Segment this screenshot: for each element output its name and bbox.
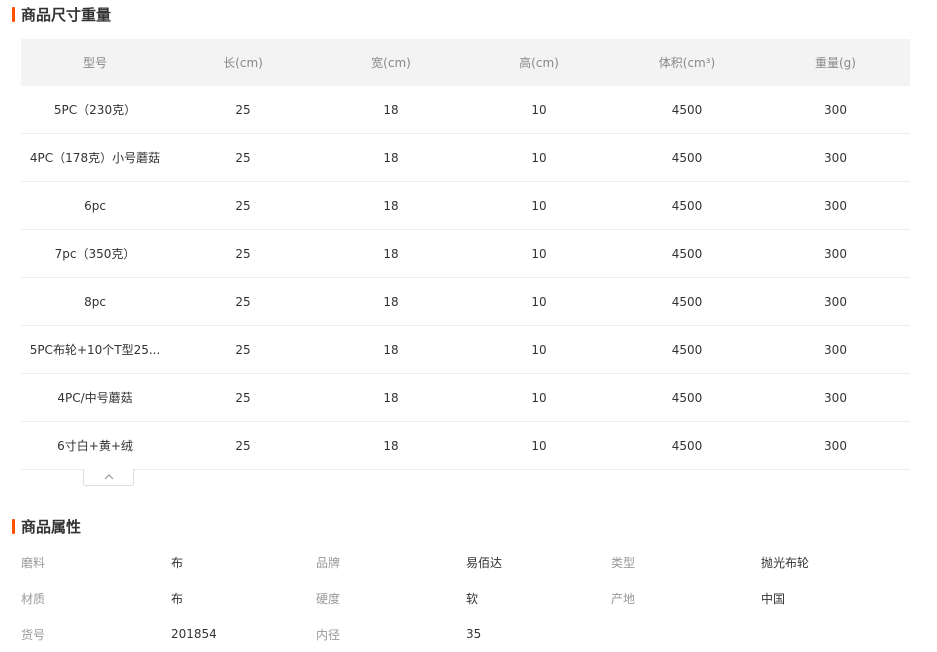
header-length: 长(cm): [169, 39, 317, 86]
attr-value-abrasive: 布: [171, 555, 184, 570]
cell-height: 10: [465, 325, 613, 374]
cell-model: 6pc: [21, 181, 169, 230]
cell-width: 18: [317, 133, 465, 182]
attr-value-material: 布: [171, 591, 184, 606]
cell-model: 5PC布轮+10个T型25...: [21, 325, 169, 374]
cell-volume: 4500: [613, 86, 761, 134]
header-width: 宽(cm): [317, 39, 465, 86]
cell-model: 8pc: [21, 277, 169, 326]
cell-width: 18: [317, 325, 465, 374]
table-row: 5PC（230克） 25 18 10 4500 300: [21, 86, 910, 134]
attr-label-inner-diameter: 内径: [316, 627, 341, 642]
cell-width: 18: [317, 181, 465, 230]
cell-volume: 4500: [613, 373, 761, 422]
title-accent-bar: [12, 518, 15, 534]
chevron-up-icon: [104, 474, 113, 480]
cell-volume: 4500: [613, 325, 761, 374]
attribute-row: 磨料 布 品牌 易佰达 类型 抛光布轮: [21, 544, 910, 580]
cell-model: 6寸白+黄+绒: [21, 421, 169, 470]
cell-weight: 300: [761, 181, 910, 230]
cell-width: 18: [317, 277, 465, 326]
table-row: 6寸白+黄+绒 25 18 10 4500 300: [21, 421, 910, 470]
collapse-table-button[interactable]: [83, 469, 134, 486]
table-row: 7pc（350克） 25 18 10 4500 300: [21, 229, 910, 278]
attr-label-hardness: 硬度: [316, 591, 341, 606]
attr-value-hardness: 软: [466, 591, 479, 606]
header-height: 高(cm): [465, 39, 613, 86]
attr-section-title-text: 商品属性: [21, 517, 82, 536]
cell-model: 5PC（230克）: [21, 86, 169, 134]
cell-weight: 300: [761, 86, 910, 134]
cell-length: 25: [169, 325, 317, 374]
header-volume: 体积(cm³): [613, 39, 761, 86]
size-table: 型号 长(cm) 宽(cm) 高(cm) 体积(cm³) 重量(g) 5PC（2…: [21, 39, 910, 470]
size-table-container: 型号 长(cm) 宽(cm) 高(cm) 体积(cm³) 重量(g) 5PC（2…: [21, 39, 910, 470]
cell-height: 10: [465, 229, 613, 278]
cell-volume: 4500: [613, 421, 761, 470]
cell-weight: 300: [761, 421, 910, 470]
attr-value-type: 抛光布轮: [761, 555, 810, 570]
cell-model: 4PC（178克）小号蘑菇: [21, 133, 169, 182]
table-row: 8pc 25 18 10 4500 300: [21, 277, 910, 326]
cell-width: 18: [317, 373, 465, 422]
cell-weight: 300: [761, 325, 910, 374]
title-accent-bar: [12, 6, 15, 22]
cell-volume: 4500: [613, 229, 761, 278]
size-section-title: 商品尺寸重量: [12, 4, 111, 24]
size-section-title-text: 商品尺寸重量: [21, 5, 112, 24]
attr-label-abrasive: 磨料: [21, 555, 46, 570]
cell-height: 10: [465, 277, 613, 326]
attr-value-inner-diameter: 35: [466, 627, 482, 641]
cell-length: 25: [169, 181, 317, 230]
attr-label-item-number: 货号: [21, 627, 46, 642]
table-row: 4PC（178克）小号蘑菇 25 18 10 4500 300: [21, 133, 910, 182]
cell-weight: 300: [761, 373, 910, 422]
cell-width: 18: [317, 421, 465, 470]
attr-label-brand: 品牌: [316, 555, 341, 570]
header-weight: 重量(g): [761, 39, 910, 86]
cell-width: 18: [317, 229, 465, 278]
attr-value-brand: 易佰达: [466, 555, 503, 570]
cell-weight: 300: [761, 133, 910, 182]
table-row: 5PC布轮+10个T型25... 25 18 10 4500 300: [21, 325, 910, 374]
cell-length: 25: [169, 277, 317, 326]
attr-label-origin: 产地: [611, 591, 636, 606]
cell-width: 18: [317, 86, 465, 134]
attr-label-material: 材质: [21, 591, 46, 606]
cell-weight: 300: [761, 277, 910, 326]
attr-label-type: 类型: [611, 555, 636, 570]
size-table-header-row: 型号 长(cm) 宽(cm) 高(cm) 体积(cm³) 重量(g): [21, 39, 910, 86]
cell-model: 4PC/中号蘑菇: [21, 373, 169, 422]
cell-length: 25: [169, 373, 317, 422]
cell-model: 7pc（350克）: [21, 229, 169, 278]
cell-height: 10: [465, 133, 613, 182]
cell-length: 25: [169, 229, 317, 278]
header-model: 型号: [21, 39, 169, 86]
cell-volume: 4500: [613, 133, 761, 182]
cell-height: 10: [465, 421, 613, 470]
attribute-list: 磨料 布 品牌 易佰达 类型 抛光布轮 材质 布 硬度 软 产地 中国 货号 2…: [21, 544, 910, 652]
table-row: 4PC/中号蘑菇 25 18 10 4500 300: [21, 373, 910, 422]
table-row: 6pc 25 18 10 4500 300: [21, 181, 910, 230]
attr-value-item-number: 201854: [171, 627, 217, 641]
cell-length: 25: [169, 86, 317, 134]
cell-weight: 300: [761, 229, 910, 278]
cell-length: 25: [169, 421, 317, 470]
cell-height: 10: [465, 373, 613, 422]
cell-length: 25: [169, 133, 317, 182]
cell-height: 10: [465, 181, 613, 230]
attr-value-origin: 中国: [761, 591, 786, 606]
cell-volume: 4500: [613, 277, 761, 326]
attr-section-title: 商品属性: [12, 516, 81, 536]
attribute-row: 货号 201854 内径 35: [21, 616, 910, 652]
cell-height: 10: [465, 86, 613, 134]
cell-volume: 4500: [613, 181, 761, 230]
attribute-row: 材质 布 硬度 软 产地 中国: [21, 580, 910, 616]
